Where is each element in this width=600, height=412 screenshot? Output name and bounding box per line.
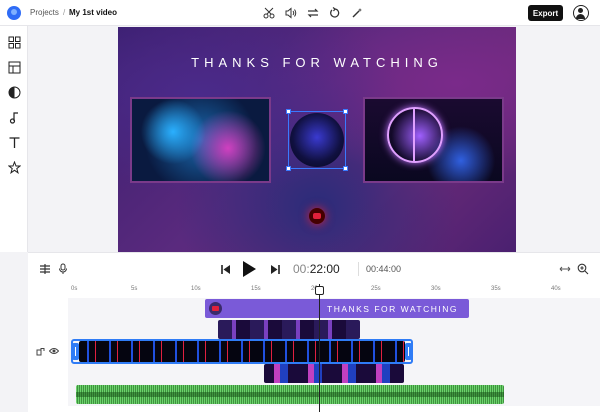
text-icon[interactable] [7,135,21,149]
transitions-icon[interactable] [7,85,21,99]
templates-icon[interactable] [7,60,21,74]
play-icon[interactable] [240,259,258,279]
export-button[interactable]: Export [528,5,563,21]
youtube-logo-icon [209,302,222,315]
magic-wand-icon[interactable] [350,6,364,20]
ruler-label: 15s [251,286,261,292]
resize-handle[interactable] [286,109,291,114]
ruler-label: 5s [131,286,138,292]
ferris-wheel-shape [387,107,443,163]
trim-handle-left[interactable] [72,343,79,360]
text-clip[interactable]: THANKS FOR WATCHING [205,299,469,318]
text-clip-label: THANKS FOR WATCHING [327,304,458,314]
rotate-icon[interactable] [328,6,342,20]
current-time: 00:22:00 [293,262,340,276]
audio-waveform [76,392,504,397]
time-divider [358,262,359,276]
left-tool-rail [0,26,28,252]
resize-handle[interactable] [286,166,291,171]
breadcrumb-projects[interactable]: Projects [30,8,59,17]
breadcrumb-separator: / [63,8,66,17]
ruler-label: 35s [491,286,501,292]
video-clip[interactable] [218,320,360,339]
skip-forward-icon[interactable] [268,262,282,276]
unlink-icon[interactable] [36,347,45,358]
zoom-in-icon[interactable] [576,262,590,276]
elements-icon[interactable] [7,160,21,174]
playhead-handle[interactable] [315,286,324,295]
scissors-icon[interactable] [262,6,276,20]
video-clip[interactable] [264,364,404,383]
total-time: 00:44:00 [366,264,402,274]
ferris-wheel-photo[interactable] [363,97,504,183]
trim-handle-right[interactable] [405,343,412,360]
youtube-logo-icon[interactable] [309,208,325,224]
fit-width-icon[interactable] [558,262,572,276]
preview-title-text[interactable]: THANKS FOR WATCHING [118,55,516,70]
resize-handle[interactable] [343,109,348,114]
clip-selection-frame[interactable] [71,339,413,364]
volume-icon[interactable] [284,6,298,20]
music-icon[interactable] [7,110,21,124]
raindrops-photo[interactable] [130,97,271,183]
current-time-value: 22:00 [309,262,340,276]
microphone-icon[interactable] [56,262,70,276]
playhead-line [319,284,320,412]
media-icon[interactable] [7,35,21,49]
ruler-label: 0s [71,286,78,292]
ruler-label: 30s [431,286,441,292]
skip-back-icon[interactable] [218,262,232,276]
ruler-label: 40s [551,286,561,292]
playback-controls: 00:22:00 00:44:00 [28,252,600,284]
top-bar: Projects / My 1st video Export [0,0,600,26]
current-time-prefix: 00: [293,262,310,276]
ruler-label: 10s [191,286,201,292]
timeline[interactable]: 0s 5s 10s 15s 20s 25s 30s 35s 40s THANKS… [28,284,600,412]
time-ruler[interactable]: 0s 5s 10s 15s 20s 25s 30s 35s 40s [28,284,600,296]
video-preview[interactable]: THANKS FOR WATCHING [118,27,516,252]
swap-icon[interactable] [306,6,320,20]
project-name[interactable]: My 1st video [69,8,117,17]
resize-handle[interactable] [343,166,348,171]
account-icon[interactable] [573,5,589,21]
visibility-icon[interactable] [48,347,60,357]
ruler-label: 25s [371,286,381,292]
selection-box[interactable] [286,109,348,171]
split-icon[interactable] [38,262,52,276]
app-logo-icon[interactable] [7,6,21,20]
audio-clip[interactable] [76,385,504,404]
